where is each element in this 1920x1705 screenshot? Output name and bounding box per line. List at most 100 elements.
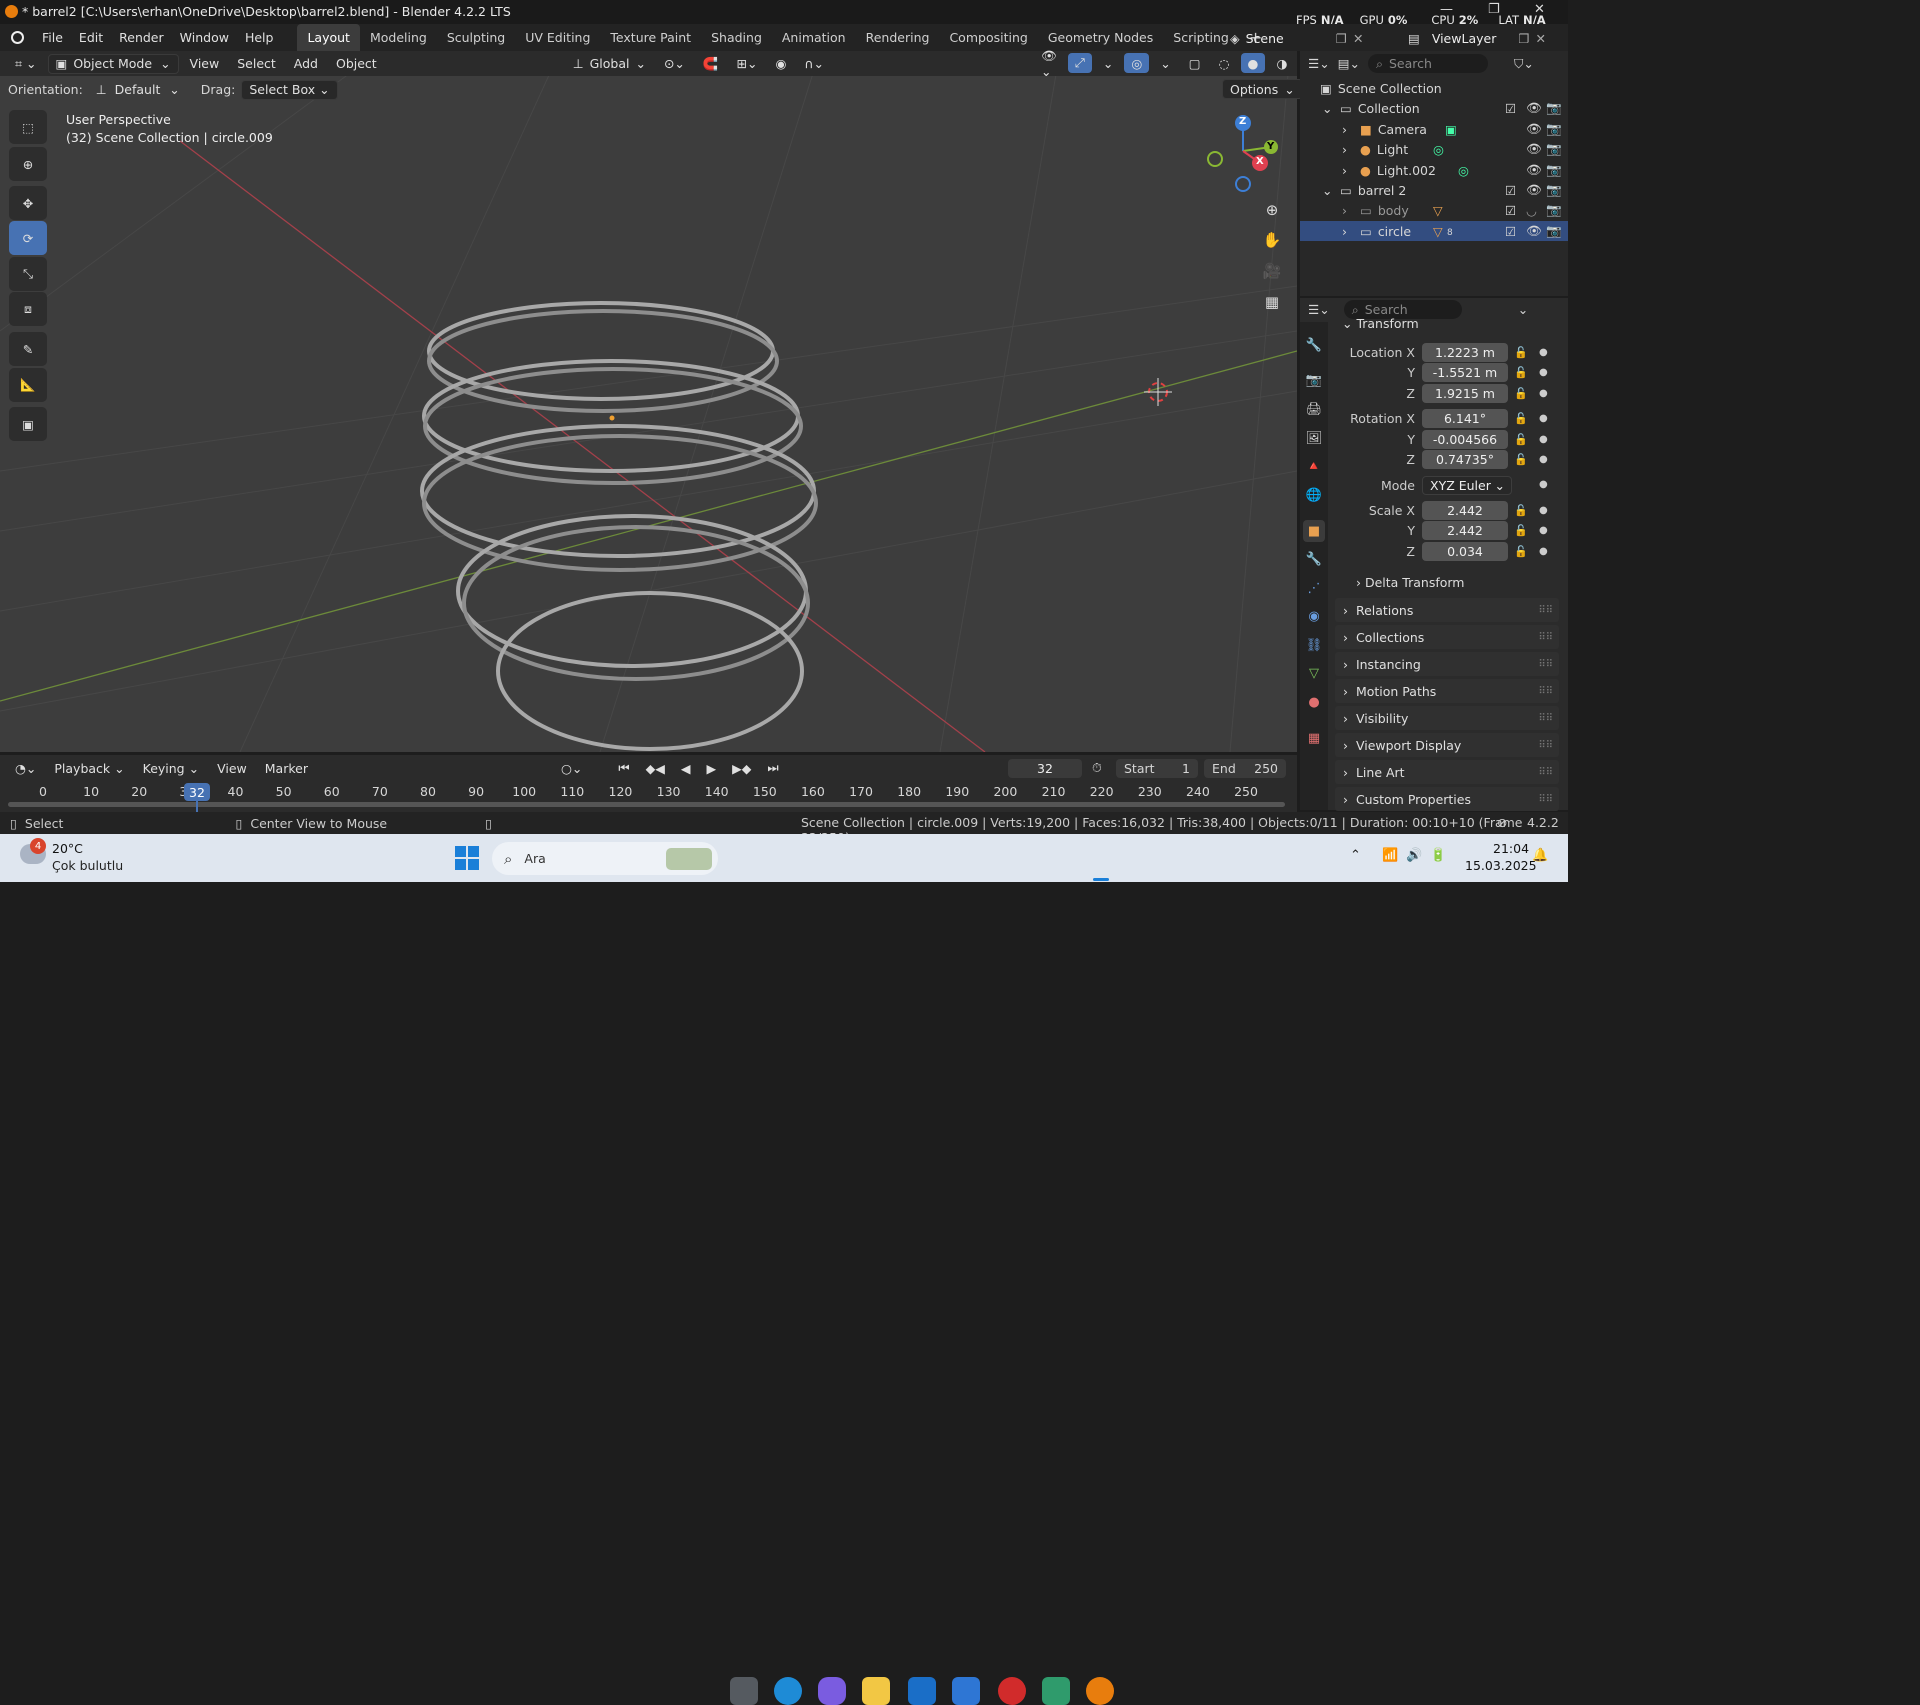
3d-cursor[interactable] [1144,378,1172,406]
snap-icon[interactable]: 🧲 [696,54,726,74]
menu-edit[interactable]: Edit [71,24,111,51]
modifier-tab-icon[interactable]: 🔧 [1303,548,1325,570]
lock-icon[interactable]: 🔓 [1514,545,1528,558]
eye-icon[interactable]: 👁 [1526,162,1542,178]
properties-editor-icon[interactable]: ☰⌄ [1308,302,1330,317]
scale-y-field[interactable]: 2.442 [1422,521,1508,540]
pivot-icon[interactable]: ⊙⌄ [657,54,692,74]
measure-tool-icon[interactable]: 📐 [9,368,47,402]
panel-relations[interactable]: › Relations ⠿⠿ [1335,598,1559,622]
camera-view-icon[interactable]: 🎥 [1259,258,1285,284]
widgets-app-icon[interactable] [1042,1677,1070,1705]
exclude-checkbox[interactable]: ☑ [1505,224,1516,239]
texture-tab-icon[interactable]: ▦ [1303,727,1325,749]
battery-icon[interactable]: 🔋 [1430,848,1446,863]
particles-tab-icon[interactable]: ⋰ [1303,577,1325,599]
keyframe-dot-icon[interactable]: ● [1539,367,1548,378]
xray-icon[interactable]: ▢ [1182,53,1208,73]
panel-custom-properties[interactable]: › Custom Properties ⠿⠿ [1335,787,1559,811]
new-scene-icon[interactable]: ❐ [1336,31,1347,46]
keying-menu[interactable]: Keying ⌄ [136,758,206,778]
keyframe-dot-icon[interactable]: ● [1539,454,1548,465]
lock-icon[interactable]: 🔓 [1514,412,1528,425]
outliner-item-collection[interactable]: ⌄ ▭ Collection ☑ 👁 📷 [1300,98,1568,118]
menu-add[interactable]: Add [287,54,325,74]
proportional-edit-icon[interactable]: ◉ [768,54,793,74]
rotation-x-field[interactable]: 6.141° [1422,409,1508,428]
keyframe-dot-icon[interactable]: ● [1539,413,1548,424]
panel-motion-paths[interactable]: › Motion Paths ⠿⠿ [1335,679,1559,703]
edge-browser-icon[interactable] [774,1677,802,1705]
render-camera-icon[interactable]: 📷 [1546,141,1562,157]
overlay-toggle-icon[interactable]: ◎ [1124,53,1150,73]
rotation-z-field[interactable]: 0.74735° [1422,450,1508,469]
timeline-editor-icon[interactable]: ◔⌄ [8,758,43,778]
preview-range-icon[interactable]: ⏱ [1092,760,1102,776]
filter-icon[interactable]: ⛉⌄ [1514,56,1534,72]
tab-animation[interactable]: Animation [772,24,856,51]
tab-uv-editing[interactable]: UV Editing [515,24,600,51]
data-tab-icon[interactable]: ▽ [1303,662,1325,684]
render-camera-icon[interactable]: 📷 [1546,202,1562,218]
timeline-view-menu[interactable]: View [210,758,254,778]
outliner-editor-icon[interactable]: ☰⌄ [1308,56,1330,71]
object-tab-icon[interactable]: ■ [1303,520,1325,542]
display-mode-icon[interactable]: ▤⌄ [1338,56,1360,71]
render-tab-icon[interactable]: 📷 [1303,369,1325,391]
scene-tab-icon[interactable]: 🔺 [1303,455,1325,477]
playback-menu[interactable]: Playback ⌄ [47,758,131,778]
lock-icon[interactable]: 🔓 [1514,504,1528,517]
transform-orientation-selector[interactable]: ⊥ Global ⌄ [566,54,653,74]
blender-menu-icon[interactable] [0,31,34,44]
location-y-field[interactable]: -1.5521 m [1422,363,1508,382]
blender-taskbar-icon[interactable] [1086,1677,1114,1705]
tray-chevron-icon[interactable]: ⌃ [1350,848,1361,863]
add-cube-tool-icon[interactable]: ▣ [9,407,47,441]
restore-icon[interactable]: ❐ [1488,2,1500,17]
lock-icon[interactable]: 🔓 [1514,524,1528,537]
eye-icon[interactable]: 👁 [1526,223,1542,239]
rotation-y-field[interactable]: -0.004566 [1422,430,1508,449]
end-frame-field[interactable]: End 250 [1204,759,1286,778]
keyframe-dot-icon[interactable]: ● [1539,388,1548,399]
lock-icon[interactable]: 🔓 [1514,453,1528,466]
menu-window[interactable]: Window [172,24,237,51]
zoom-icon[interactable]: ⊕ [1259,197,1285,223]
outliner-item-camera[interactable]: › ■ Camera ▣ 👁 📷 [1300,119,1568,139]
editor-type-button[interactable]: ⌗ ⌄ [8,54,44,74]
start-menu-icon[interactable] [455,846,479,870]
orientation-dropdown[interactable]: ⊥ Default ⌄ [89,80,187,100]
outliner-scene-collection[interactable]: ▣ Scene Collection [1300,78,1568,98]
tab-rendering[interactable]: Rendering [856,24,940,51]
tab-compositing[interactable]: Compositing [939,24,1037,51]
delta-transform-panel[interactable]: › Delta Transform [1356,575,1464,590]
wifi-icon[interactable]: 📶 [1382,848,1398,863]
gizmo-dropdown-icon[interactable]: ⌄ [1096,53,1120,73]
auto-keying-icon[interactable]: ○⌄ [554,758,589,778]
tab-scripting[interactable]: Scripting [1163,24,1239,51]
render-camera-icon[interactable]: 📷 [1546,223,1562,239]
drag-dropdown[interactable]: Select Box ⌄ [241,79,338,100]
visibility-icon[interactable]: 👁⌄ [1034,48,1064,79]
output-tab-icon[interactable]: 🖨 [1303,398,1325,420]
playhead-frame-label[interactable]: 32 [184,783,210,801]
lock-icon[interactable]: 🔓 [1514,387,1528,400]
lock-icon[interactable]: 🔓 [1514,366,1528,379]
solid-shading-icon[interactable]: ● [1240,53,1266,73]
microsoft-store-icon[interactable] [952,1677,980,1705]
delete-scene-icon[interactable]: ✕ [1353,31,1363,46]
menu-select[interactable]: Select [230,54,283,74]
exclude-checkbox[interactable]: ☑ [1505,101,1516,116]
render-camera-icon[interactable]: 📷 [1546,162,1562,178]
panel-collections[interactable]: › Collections ⠿⠿ [1335,625,1559,649]
tab-shading[interactable]: Shading [701,24,772,51]
menu-render[interactable]: Render [111,24,172,51]
snap-target-icon[interactable]: ⊞⌄ [729,54,764,74]
move-tool-icon[interactable]: ✥ [9,186,47,220]
location-z-field[interactable]: 1.9215 m [1422,384,1508,403]
task-view-icon[interactable] [730,1677,758,1705]
weather-description[interactable]: Çok bulutlu [52,858,123,873]
falloff-icon[interactable]: ∩⌄ [797,54,831,74]
select-box-tool-icon[interactable]: ⬚ [9,110,47,144]
overlay-dropdown-icon[interactable]: ⌄ [1153,53,1177,73]
